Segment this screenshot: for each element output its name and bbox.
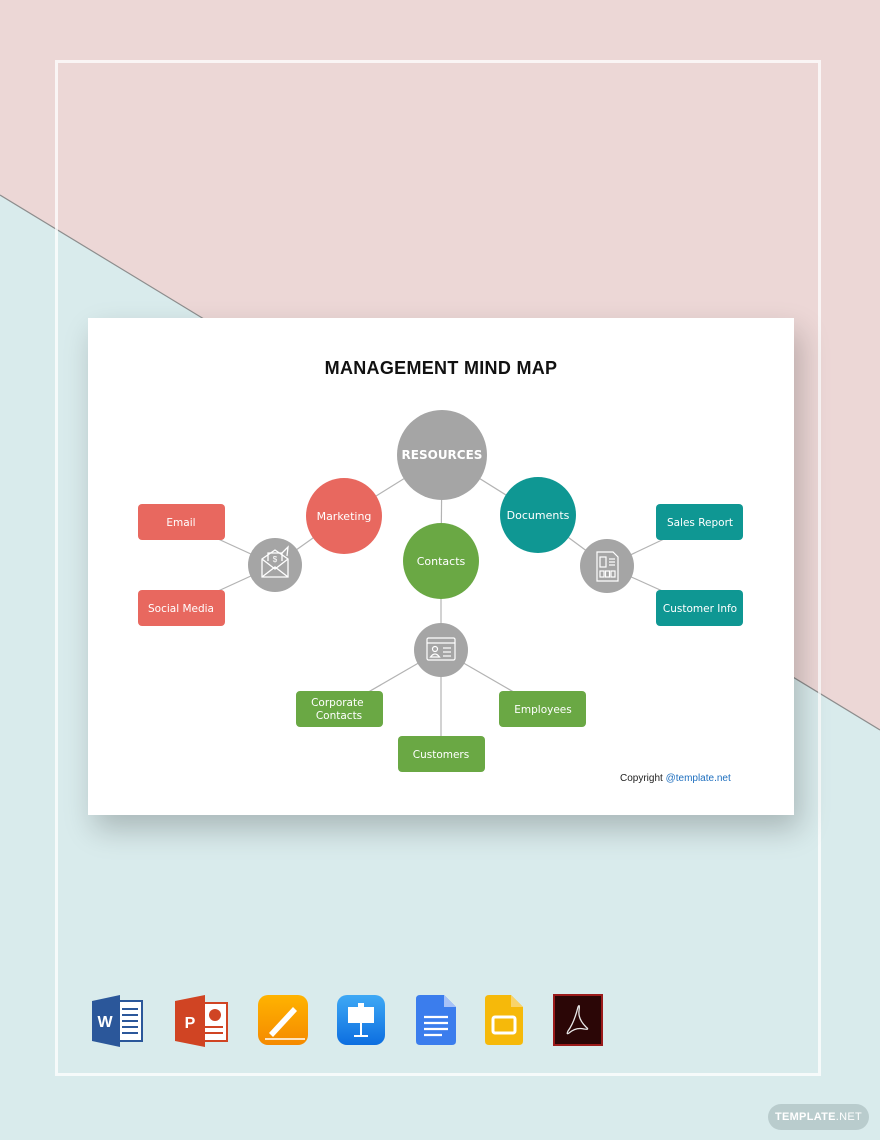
hub-documents xyxy=(580,539,634,593)
google-docs-icon[interactable] xyxy=(414,993,470,1049)
copyright-label: Copyright xyxy=(620,773,666,784)
root-label: RESOURCES xyxy=(402,448,483,462)
leaf-sales-report[interactable]: Sales Report xyxy=(656,504,743,540)
root-node[interactable]: RESOURCES xyxy=(397,410,487,500)
leaf-label: Social Media xyxy=(148,603,214,615)
leaf-label: Corporate Contacts xyxy=(311,697,367,722)
hub-contacts xyxy=(414,623,468,677)
badge-light: .NET xyxy=(835,1111,863,1123)
leaf-social-media[interactable]: Social Media xyxy=(138,590,225,626)
leaf-label: Customer Info xyxy=(663,603,737,615)
copyright-link[interactable]: @template.net xyxy=(666,773,731,784)
keynote-icon[interactable] xyxy=(336,993,392,1049)
mind-map: RESOURCES Marketing $ Email Social Media xyxy=(138,410,743,772)
svg-text:W: W xyxy=(97,1014,113,1031)
leaf-customer-info[interactable]: Customer Info xyxy=(656,590,743,626)
leaf-label-line1: Corporate xyxy=(311,697,364,709)
branch-contacts[interactable]: Contacts xyxy=(403,523,479,599)
leaf-label: Email xyxy=(166,517,195,529)
leaf-customers[interactable]: Customers xyxy=(398,736,485,772)
leaf-label-line2: Contacts xyxy=(316,710,362,722)
format-icons: W P xyxy=(0,993,880,1049)
copyright-notice: Copyright @template.net xyxy=(620,773,731,784)
leaf-employees[interactable]: Employees xyxy=(499,691,586,727)
google-slides-icon[interactable] xyxy=(483,993,539,1049)
pages-icon[interactable] xyxy=(257,993,313,1049)
leaf-label: Employees xyxy=(514,704,571,716)
branch-marketing[interactable]: Marketing xyxy=(306,478,382,554)
leaf-label: Sales Report xyxy=(667,517,733,529)
adobe-pdf-icon[interactable] xyxy=(552,993,608,1049)
mind-map-card: MANAGEMENT MIND MAP RESOURCES Marketing xyxy=(88,318,794,815)
branch-label: Contacts xyxy=(417,555,466,568)
svg-text:$: $ xyxy=(273,555,278,564)
badge-bold: TEMPLATE xyxy=(774,1111,836,1123)
branch-label: Marketing xyxy=(317,510,372,523)
leaf-label: Customers xyxy=(413,749,469,761)
branch-label: Documents xyxy=(507,509,570,522)
svg-text:P: P xyxy=(185,1015,196,1032)
word-icon[interactable]: W xyxy=(90,993,146,1049)
branch-documents[interactable]: Documents xyxy=(500,477,576,553)
template-net-badge[interactable]: TEMPLATE.NET xyxy=(768,1104,869,1130)
powerpoint-icon[interactable]: P xyxy=(173,993,229,1049)
leaf-corporate-contacts[interactable]: Corporate Contacts xyxy=(296,691,383,727)
hub-marketing: $ xyxy=(248,538,302,592)
leaf-email[interactable]: Email xyxy=(138,504,225,540)
